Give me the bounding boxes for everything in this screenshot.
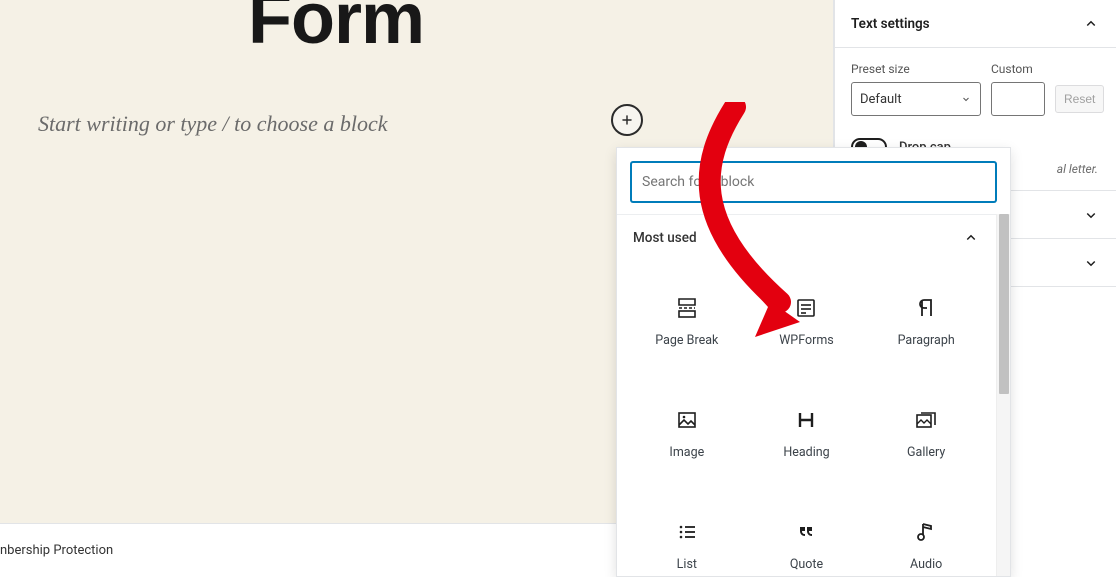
block-inserter-button[interactable] (611, 104, 643, 136)
page-break-icon (674, 295, 700, 321)
chevron-up-icon (962, 229, 980, 247)
custom-size-input[interactable] (991, 82, 1045, 116)
block-label: Paragraph (898, 333, 955, 348)
block-label: Quote (790, 557, 823, 572)
preset-label: Preset size (851, 62, 981, 76)
audio-icon (913, 519, 939, 545)
paragraph-placeholder[interactable]: Start writing or type / to choose a bloc… (38, 111, 388, 137)
metabox-title: nbership Protection (0, 543, 113, 558)
block-label: Heading (783, 445, 829, 460)
block-label: Gallery (907, 445, 945, 460)
heading-icon (793, 407, 819, 433)
page-title[interactable]: Form (248, 0, 424, 60)
category-most-used[interactable]: Most used (627, 215, 986, 261)
reset-button[interactable]: Reset (1055, 85, 1104, 113)
chevron-down-icon (1082, 254, 1100, 272)
block-label: List (677, 557, 697, 572)
quote-icon (793, 519, 819, 545)
block-paragraph[interactable]: Paragraph (866, 265, 986, 377)
block-heading[interactable]: Heading (747, 377, 867, 489)
scrollbar-thumb[interactable] (999, 214, 1009, 394)
wpforms-icon (793, 295, 819, 321)
block-label: Page Break (655, 333, 718, 348)
block-label: Audio (910, 557, 942, 572)
block-gallery[interactable]: Gallery (866, 377, 986, 489)
block-list[interactable]: List (627, 489, 747, 576)
block-image[interactable]: Image (627, 377, 747, 489)
plus-icon (619, 112, 635, 128)
panel-title: Text settings (851, 16, 930, 32)
paragraph-icon (913, 295, 939, 321)
chevron-down-icon (1082, 206, 1100, 224)
panel-text-settings[interactable]: Text settings (835, 0, 1116, 48)
preset-value: Default (860, 92, 902, 107)
block-quote[interactable]: Quote (747, 489, 867, 576)
block-label: WPForms (779, 333, 834, 348)
gallery-icon (913, 407, 939, 433)
preset-size-select[interactable]: Default (851, 82, 981, 116)
custom-label: Custom (991, 62, 1045, 76)
list-icon (674, 519, 700, 545)
chevron-up-icon (1082, 15, 1100, 33)
blocks-grid: Page Break WPForms Paragraph Image Heading Ga… (627, 261, 986, 576)
popover-scrollbar[interactable] (996, 214, 1010, 576)
block-inserter-popover: Most used Page Break WPForms Paragraph Imag… (616, 147, 1011, 577)
block-search-input[interactable] (631, 162, 996, 202)
block-audio[interactable]: Audio (866, 489, 986, 576)
block-label: Image (669, 445, 704, 460)
block-page-break[interactable]: Page Break (627, 265, 747, 377)
block-wpforms[interactable]: WPForms (747, 265, 867, 377)
chevron-down-icon (960, 93, 972, 105)
category-label: Most used (633, 230, 697, 246)
image-icon (674, 407, 700, 433)
